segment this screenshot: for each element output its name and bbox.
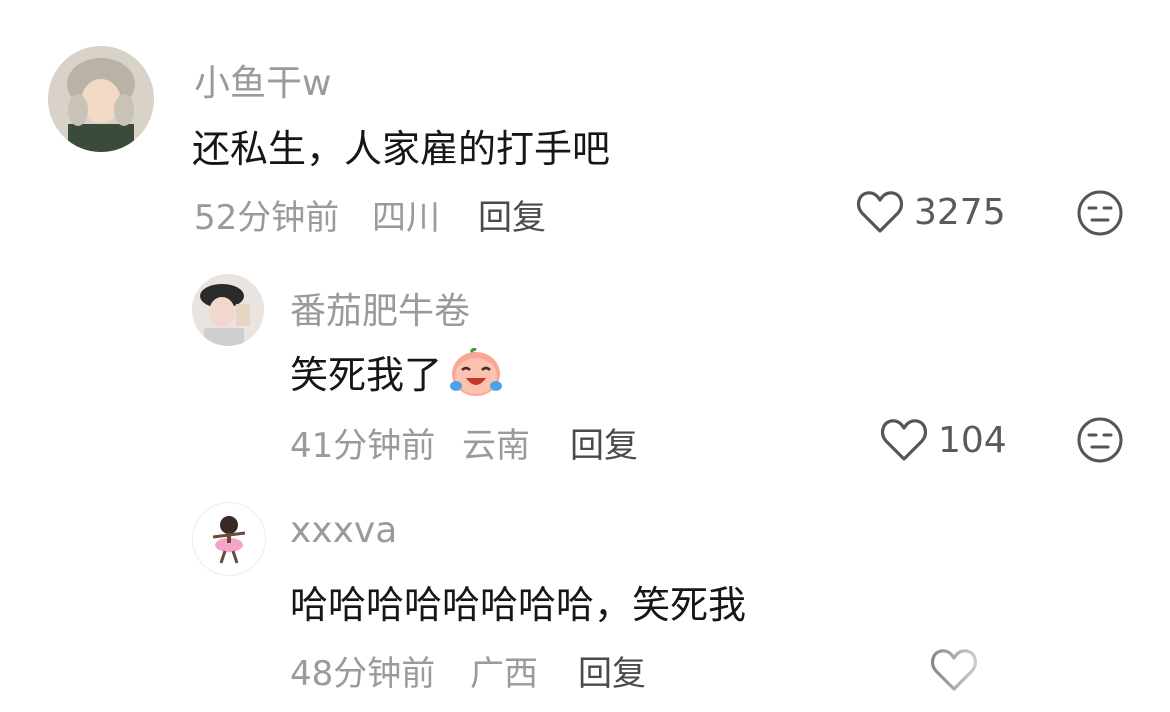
dislike-face-icon[interactable] bbox=[1076, 416, 1124, 464]
like-button[interactable]: 3275 bbox=[856, 190, 1006, 234]
timestamp: 48分钟前 bbox=[290, 654, 436, 694]
user-avatar-icon bbox=[192, 274, 264, 346]
heart-icon bbox=[880, 419, 928, 461]
comment-text: 还私生，人家雇的打手吧 bbox=[192, 127, 611, 171]
location: 云南 bbox=[462, 426, 530, 466]
bottom-fade-overlay bbox=[900, 640, 1170, 712]
comment-text: 哈哈哈哈哈哈哈哈，笑死我 bbox=[290, 583, 747, 627]
timestamp: 41分钟前 bbox=[290, 426, 436, 466]
location: 四川 bbox=[372, 198, 440, 238]
avatar[interactable] bbox=[48, 46, 154, 152]
comment-text: 笑死我了 bbox=[290, 344, 504, 399]
like-count: 104 bbox=[938, 419, 1007, 461]
username[interactable]: 番茄肥牛卷 bbox=[290, 282, 470, 334]
avatar[interactable] bbox=[192, 502, 266, 576]
avatar[interactable] bbox=[192, 274, 264, 346]
comment-text-content: 笑死我了 bbox=[290, 353, 443, 397]
user-avatar-icon bbox=[48, 46, 154, 152]
username[interactable]: xxxva bbox=[290, 510, 397, 551]
reply-button[interactable]: 回复 bbox=[478, 190, 546, 239]
reply-button[interactable]: 回复 bbox=[570, 418, 638, 467]
user-avatar-icon bbox=[193, 503, 265, 575]
reply-button[interactable]: 回复 bbox=[578, 646, 646, 695]
heart-icon bbox=[856, 191, 904, 233]
username[interactable]: 小鱼干w bbox=[194, 54, 331, 106]
location: 广西 bbox=[470, 654, 538, 694]
like-button[interactable]: 104 bbox=[880, 418, 1007, 462]
like-count: 3275 bbox=[914, 191, 1006, 233]
crying-laughing-peach-emoji-icon bbox=[450, 348, 503, 396]
dislike-face-icon[interactable] bbox=[1076, 189, 1124, 237]
timestamp: 52分钟前 bbox=[194, 198, 340, 238]
